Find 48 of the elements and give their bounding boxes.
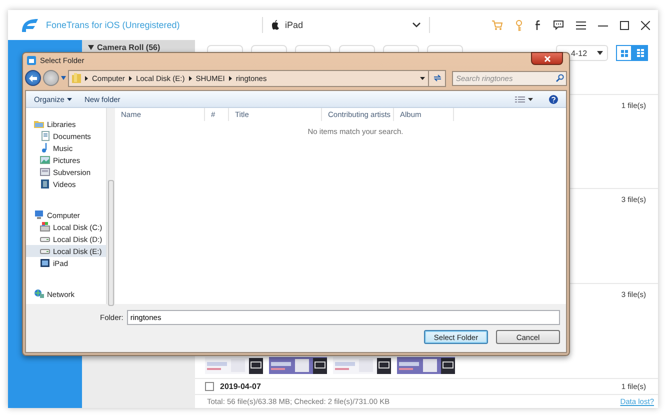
tablet-icon — [40, 258, 50, 268]
breadcrumb-arrow-icon — [85, 76, 88, 80]
caret-icon — [597, 51, 603, 55]
drive-icon — [40, 222, 50, 232]
refresh-arrows-icon — [432, 74, 442, 82]
list-view-icon — [515, 96, 525, 102]
library-folder-icon — [34, 119, 44, 129]
drive-icon — [40, 246, 50, 256]
caret-icon[interactable] — [420, 76, 425, 80]
caret-icon — [67, 98, 72, 100]
view-mode-button[interactable] — [632, 45, 648, 61]
computer-icon — [34, 210, 44, 220]
apple-icon — [271, 20, 279, 30]
maximize-icon[interactable] — [620, 20, 629, 30]
chevron-down-icon[interactable] — [412, 22, 421, 28]
picture-icon — [40, 155, 50, 165]
close-button[interactable] — [531, 52, 563, 65]
chat-icon[interactable] — [553, 20, 564, 30]
scrollbar-thumb[interactable] — [108, 180, 114, 306]
breadcrumb-arrow-icon — [228, 76, 232, 80]
close-icon[interactable] — [641, 20, 650, 30]
globe-icon — [34, 289, 44, 299]
folder-icon — [40, 167, 50, 177]
film-icon — [40, 179, 50, 189]
search-icon — [556, 74, 564, 82]
close-icon — [544, 56, 550, 62]
list-icon — [636, 49, 644, 57]
drive-icon — [40, 234, 50, 244]
document-icon — [40, 131, 50, 141]
group-date: 2019-04-07 — [220, 382, 261, 392]
back-button[interactable] — [25, 70, 41, 86]
caret-icon — [528, 98, 533, 100]
folder-window-icon — [27, 56, 36, 65]
app-title: FoneTrans for iOS (Unregistered) — [46, 20, 181, 30]
checkbox[interactable] — [205, 382, 214, 392]
refresh-button[interactable] — [428, 70, 446, 86]
view-mode-button[interactable] — [616, 45, 632, 61]
scrollbar[interactable] — [106, 108, 115, 304]
menu-icon[interactable] — [576, 20, 586, 30]
breadcrumb-arrow-icon — [188, 76, 192, 80]
device-name: iPad — [285, 20, 304, 30]
view-options-button[interactable] — [515, 96, 533, 102]
grid-icon — [620, 50, 628, 56]
facebook-icon[interactable] — [535, 20, 541, 30]
help-icon[interactable] — [549, 94, 558, 104]
arrow-left-icon — [29, 74, 37, 82]
breadcrumb-arrow-icon — [128, 76, 132, 80]
folder-icon — [72, 73, 81, 83]
